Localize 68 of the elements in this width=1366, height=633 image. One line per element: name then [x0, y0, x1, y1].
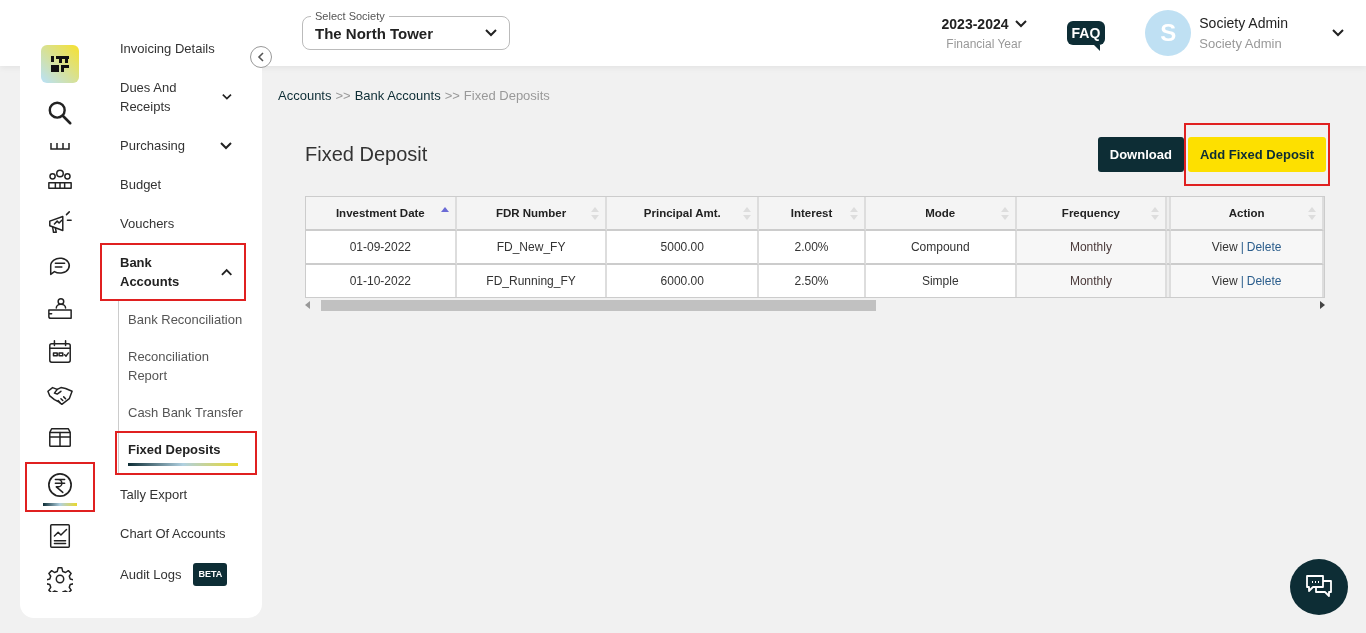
column-header[interactable]: Interest: [759, 197, 866, 231]
delete-link[interactable]: Delete: [1246, 240, 1282, 254]
search-icon: [47, 100, 73, 126]
reception-icon: [47, 296, 73, 322]
menu-item[interactable]: Audit Logs BETA: [100, 553, 246, 596]
table-cell: 2.50%: [759, 265, 866, 297]
scroll-right-icon[interactable]: [1319, 301, 1325, 309]
calendar-icon: [47, 339, 73, 365]
table-cell: 2.00%: [759, 231, 866, 265]
app-logo-icon: [41, 45, 79, 83]
rupee-icon: [47, 472, 73, 498]
chevron-icon[interactable]: [1014, 19, 1027, 28]
view-link[interactable]: View: [1211, 240, 1238, 254]
menu-item[interactable]: Vouchers: [100, 204, 246, 243]
table-cell: Compound: [865, 231, 1017, 265]
submenu-item[interactable]: Cash Bank Transfer: [115, 394, 257, 431]
column-header[interactable]: Frequency: [1016, 197, 1168, 231]
breadcrumb-link[interactable]: Accounts: [278, 88, 332, 103]
table-cell: FD_New_FY: [456, 231, 608, 265]
chevron-icon[interactable]: [222, 93, 232, 101]
chevron-icon[interactable]: [1332, 29, 1344, 37]
megaphone-icon: [47, 210, 73, 236]
building-icon: [49, 143, 71, 150]
menu-item[interactable]: Purchasing: [100, 126, 246, 165]
menu-item[interactable]: Bank Accounts: [100, 243, 246, 301]
chevron-icon[interactable]: [485, 29, 497, 37]
column-header[interactable]: Investment Date: [306, 197, 457, 231]
action-button[interactable]: Add Fixed Deposit: [1187, 137, 1326, 172]
breadcrumb-separator: >>: [335, 88, 351, 103]
chat-support-button[interactable]: [1290, 559, 1348, 615]
beta-badge: BETA: [193, 563, 228, 586]
delete-link[interactable]: Delete: [1246, 274, 1282, 288]
table-cell: 01-10-2022: [306, 265, 457, 297]
financial-year-dropdown[interactable]: 2023-2024: [941, 15, 1009, 32]
user-name: Society Admin: [1199, 15, 1288, 31]
submenu-item[interactable]: Fixed Deposits: [115, 431, 257, 475]
menu-item[interactable]: Budget: [100, 165, 246, 204]
financial-year-caption: Financial Year: [946, 36, 1022, 51]
page-title: Fixed Deposit: [305, 143, 428, 166]
user-role: Society Admin: [1199, 36, 1283, 51]
menu-item[interactable]: Invoicing Details: [100, 29, 246, 68]
submenu-item[interactable]: Bank Reconciliation: [115, 301, 257, 338]
menu-item[interactable]: Tally Export: [100, 475, 246, 514]
link-separator: |: [1240, 240, 1244, 254]
rail-nav-button[interactable]: [25, 462, 95, 512]
table-cell: 01-09-2022: [306, 231, 457, 265]
chevron-icon[interactable]: [220, 141, 232, 150]
menu-item[interactable]: Dues And Receipts: [100, 68, 246, 126]
column-header[interactable]: FDR Number: [456, 197, 608, 231]
link-separator: |: [1240, 274, 1244, 288]
report-chart-icon: [47, 523, 73, 549]
breadcrumb-separator: >>: [444, 88, 460, 103]
menu-item[interactable]: Chart Of Accounts: [100, 514, 246, 553]
column-header[interactable]: Principal Amt.: [607, 197, 760, 231]
table-cell: Monthly: [1016, 231, 1168, 265]
column-header[interactable]: Mode: [865, 197, 1017, 231]
table-cell: 6000.00: [607, 265, 760, 297]
action-button[interactable]: Download: [1097, 137, 1184, 172]
settings-icon: [47, 566, 73, 592]
table-cell: FD_Running_FY: [456, 265, 608, 297]
view-link[interactable]: View: [1211, 274, 1238, 288]
chevron-icon[interactable]: [220, 268, 232, 276]
breadcrumb-link[interactable]: Bank Accounts: [354, 88, 441, 103]
table-cell: 5000.00: [607, 231, 760, 265]
chevron-left-icon: [257, 52, 265, 62]
submenu-item[interactable]: Reconciliation Report: [115, 338, 257, 394]
column-header[interactable]: Action: [1171, 197, 1324, 231]
table-cell: Monthly: [1016, 265, 1168, 297]
